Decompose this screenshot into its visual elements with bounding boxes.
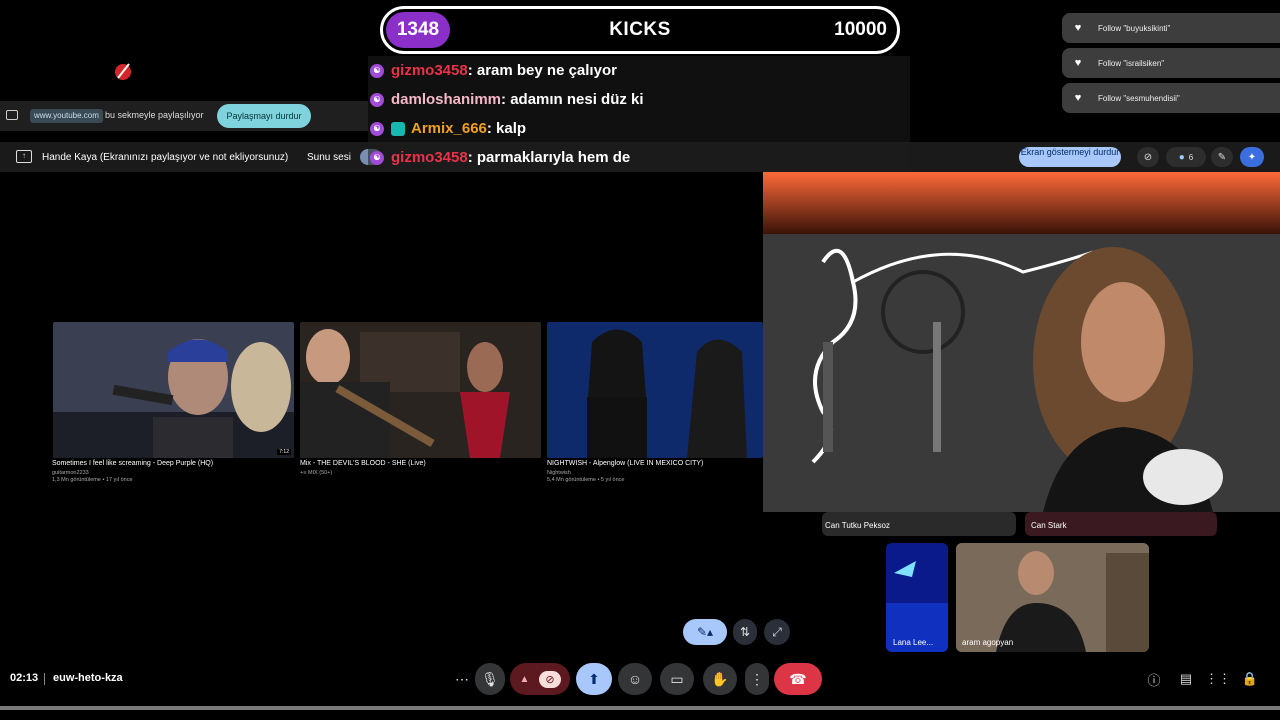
heart-icon: ♥ [1074, 22, 1082, 34]
gemini-sparkle-icon[interactable]: ✦ [1240, 147, 1264, 167]
fullscreen-icon[interactable]: ⤢ [764, 619, 790, 645]
chevron-up-icon: ▲ [519, 673, 530, 685]
chat-text: : parmaklarıyla hem de [467, 149, 631, 166]
chat-message: ☯ gizmo3458 : aram bey ne çalıyor [368, 56, 910, 85]
video-title[interactable]: Sometimes I feel like screaming - Deep P… [52, 460, 213, 467]
microphone-icon[interactable]: 🎙 [475, 663, 505, 695]
follow-alert-text: Follow "sesmuhendisii" [1098, 93, 1180, 103]
video-thumbnail[interactable] [300, 322, 541, 458]
chat-message: ☯ gizmo3458 : parmaklarıyla hem de [368, 143, 910, 172]
kicks-goal: 10000 [834, 19, 887, 40]
participant-name: Can Stark [1031, 521, 1067, 530]
taskbar-edge [0, 706, 1280, 710]
video-channel[interactable]: +≡ MIX (50+) [300, 470, 332, 476]
participant-video-image [886, 543, 948, 652]
participant-video-image [763, 172, 1280, 512]
participant-tile[interactable]: Can Stark [1025, 512, 1217, 536]
user-badge-icon: ☯ [370, 150, 384, 165]
annotate-pen-icon[interactable]: ✎ [1211, 147, 1233, 167]
video-channel[interactable]: guitarmon2233 [52, 470, 89, 476]
chat-icon[interactable]: ▤ [1177, 670, 1195, 688]
activities-icon[interactable]: ⋮⋮ [1205, 670, 1231, 688]
participants-button[interactable]: ● 6 [1166, 147, 1206, 167]
follow-alert: ♥ Follow "israilsiken" [1062, 48, 1280, 78]
participant-video-main[interactable] [763, 172, 1280, 512]
video-thumbnail-image [300, 322, 541, 458]
participant-count: 6 [1188, 152, 1194, 162]
video-title[interactable]: Mix - THE DEVIL'S BLOOD - SHE (Live) [300, 460, 426, 467]
chat-text: : adamın nesi düz ki [501, 91, 644, 108]
chat-message: ☯ damloshanimm : adamın nesi düz ki [368, 85, 910, 114]
video-thumbnail-image [53, 322, 294, 458]
meeting-info-icon[interactable]: ⓘ [1145, 670, 1163, 688]
video-thumbnail[interactable] [547, 322, 763, 458]
meeting-code[interactable]: euw-heto-kza [53, 672, 123, 684]
host-controls-icon[interactable]: 🔒 [1241, 670, 1259, 688]
follow-alert: ♥ Follow "sesmuhendisii" [1062, 83, 1280, 113]
more-options-icon[interactable]: ⋮ [745, 663, 769, 695]
user-badge-icon: ☯ [370, 92, 384, 107]
present-screen-button[interactable]: ⬆ [576, 663, 612, 695]
chat-text: : kalp [486, 120, 527, 137]
camera-toggle-button[interactable]: ▲ ⊘ [510, 663, 570, 695]
heart-icon: ♥ [1074, 92, 1082, 104]
chat-username: Armix_666 [411, 120, 487, 137]
divider [44, 673, 45, 685]
chat-username: gizmo3458 [391, 149, 468, 166]
annotate-tools-button[interactable]: ✎▴ [683, 619, 727, 645]
video-duration: 7:12 [277, 449, 291, 455]
subscriber-badge-icon [391, 121, 405, 136]
end-call-button[interactable]: ☎ [774, 663, 822, 695]
kicks-count: 1348 [386, 12, 450, 48]
participant-tile[interactable]: Can Tutku Peksoz [822, 512, 1016, 536]
camera-off-icon: ⊘ [539, 670, 561, 688]
captions-icon[interactable]: ▭ [660, 663, 694, 695]
user-badge-icon: ☯ [370, 63, 384, 78]
video-meta: 1,3 Mn görüntüleme • 17 yıl önce [52, 477, 133, 483]
more-audio-options-icon[interactable]: ⋯ [447, 663, 477, 695]
follow-alert-text: Follow "buyuksikinti" [1098, 23, 1171, 33]
app-logo-icon [115, 63, 131, 80]
emoji-reaction-icon[interactable]: ☺ [618, 663, 652, 695]
raise-hand-icon[interactable]: ✋ [703, 663, 737, 695]
participants-avatars-icon: ● [1178, 151, 1185, 163]
video-thumbnail-image [547, 322, 763, 458]
meeting-clock: 02:13 [10, 672, 39, 684]
user-badge-icon: ☯ [370, 121, 384, 136]
swap-layout-icon[interactable]: ⇅ [733, 619, 757, 645]
share-status-text: bu sekmeyle paylaşılıyor [105, 110, 204, 120]
heart-icon: ♥ [1074, 57, 1082, 69]
follow-alert-text: Follow "israilsiken" [1098, 58, 1165, 68]
kicks-label: KICKS [609, 19, 671, 40]
chat-message: ☯ Armix_666 : kalp [368, 114, 910, 143]
participant-name: Can Tutku Peksoz [825, 521, 890, 530]
camera-off-indicator-icon[interactable]: ⊘ [1137, 147, 1159, 167]
kicks-goal-bar: KICKS 1348 10000 [380, 6, 900, 54]
video-title[interactable]: NIGHTWISH - Alpenglow (LIVE IN MEXICO CI… [547, 460, 703, 467]
stop-presenting-button[interactable]: Ekran göstermeyi durdur [1019, 147, 1121, 167]
participant-name: Lana Lee... [893, 638, 934, 647]
presentation-audio-label: Sunu sesi [307, 152, 351, 163]
present-screen-icon: ↑ [16, 150, 32, 163]
video-meta: 5,4 Mn görüntüleme • 5 yıl önce [547, 477, 625, 483]
shared-tab-url: www.youtube.com [30, 109, 103, 123]
stop-sharing-button[interactable]: Paylaşmayı durdur [217, 104, 311, 128]
presenter-status-text: Hande Kaya (Ekranınızı paylaşıyor ve not… [42, 152, 289, 163]
participant-tile[interactable]: aram agopyan [956, 543, 1149, 652]
participant-tile[interactable]: Lana Lee... [886, 543, 948, 652]
video-thumbnail[interactable]: 7:12 [53, 322, 294, 458]
participant-name: aram agopyan [962, 638, 1014, 647]
chat-username: damloshanimm [391, 91, 502, 108]
follow-alert: ♥ Follow "buyuksikinti" [1062, 13, 1280, 43]
chat-username: gizmo3458 [391, 62, 468, 79]
participant-video-image [956, 543, 1149, 652]
chat-text: : aram bey ne çalıyor [467, 62, 617, 79]
tab-share-icon [6, 110, 18, 120]
video-channel[interactable]: Nightwish [547, 470, 571, 476]
